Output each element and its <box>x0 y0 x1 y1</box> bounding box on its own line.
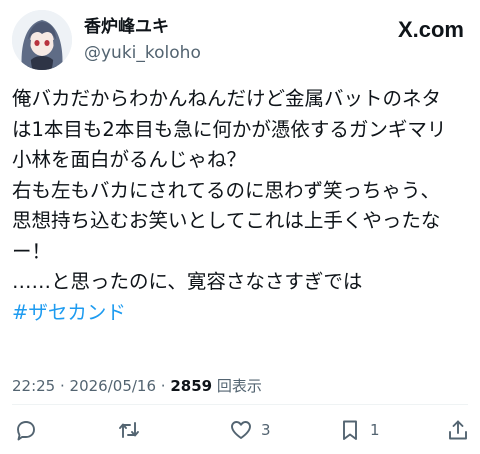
views-count: 2859 <box>170 377 213 395</box>
meta-separator: · <box>55 377 70 395</box>
tweet-line: ……と思ったのに、寛容さなさすぎでは <box>12 270 363 293</box>
bookmark-count: 1 <box>370 421 380 439</box>
share-button[interactable] <box>446 418 470 442</box>
tweet-line: 右も左もバカにされてるのに思わず笑っちゃう、 <box>12 178 441 202</box>
tweet-meta: 22:25 · 2026/05/16 · 2859 回表示 <box>12 376 262 396</box>
hashtag-link[interactable]: #ザセカンド <box>12 298 472 329</box>
author-names: 香炉峰ユキ @yuki_koloho <box>84 16 201 64</box>
reply-icon <box>17 421 35 441</box>
divider <box>12 404 468 405</box>
site-logo: X.com <box>398 16 464 44</box>
tweet-time[interactable]: 22:25 <box>12 377 55 395</box>
tweet-line: 俺バカだからわかんねんだけど金属バットのネタ <box>12 87 442 110</box>
tweet-header: 香炉峰ユキ @yuki_koloho X.com <box>12 10 468 70</box>
tweet-line: ー！ <box>12 239 52 263</box>
author-display-name[interactable]: 香炉峰ユキ <box>84 16 201 38</box>
reply-button[interactable] <box>14 418 38 442</box>
meta-separator: · <box>156 377 171 395</box>
views-label: 回表示 <box>212 377 262 395</box>
tweet-card: 香炉峰ユキ @yuki_koloho X.com 俺バカだからわかんねんだけど金… <box>0 0 480 454</box>
site-label: X.com <box>397 17 464 42</box>
tweet-line: 小林を面白がるんじゃね？ <box>12 148 247 171</box>
like-button[interactable]: 3 <box>229 418 271 442</box>
bookmark-button[interactable]: 1 <box>338 418 380 442</box>
author-handle[interactable]: @yuki_koloho <box>84 42 201 64</box>
tweet-text: 俺バカだからわかんねんだけど金属バットのネタ は1本目も2本目も急に何かが憑依す… <box>12 84 472 328</box>
tweet-line: は1本目も2本目も急に何かが憑依するガンギマリ <box>12 117 447 141</box>
like-count: 3 <box>261 421 271 439</box>
action-bar: 3 1 <box>0 414 480 446</box>
avatar[interactable] <box>12 10 72 70</box>
tweet-date[interactable]: 2026/05/16 <box>70 377 156 395</box>
repost-button[interactable] <box>117 418 141 442</box>
tweet-line: 思想持ち込むお笑いとしてこれは上手くやったな <box>12 209 441 232</box>
like-icon <box>231 421 251 439</box>
avatar-image <box>12 10 72 70</box>
bookmark-icon <box>343 420 357 440</box>
share-icon <box>449 420 467 440</box>
repost-icon <box>119 422 139 438</box>
